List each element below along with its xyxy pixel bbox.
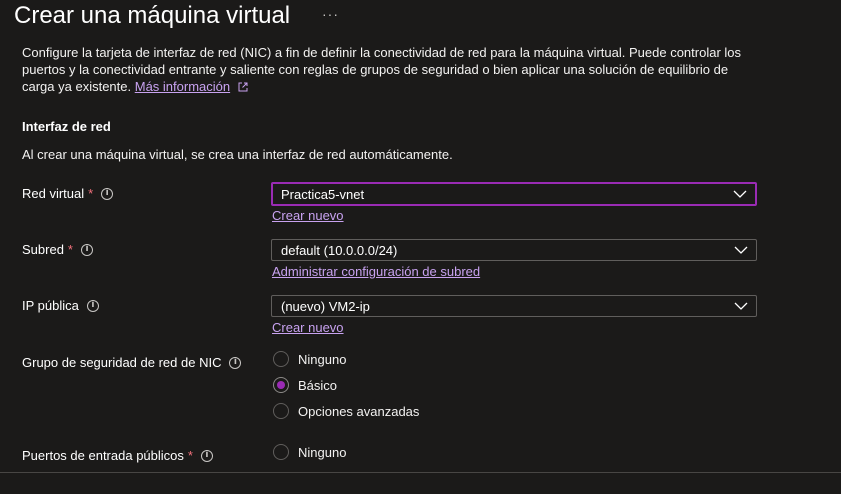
chevron-down-icon: [733, 190, 747, 198]
nsg-option-label: Ninguno: [298, 351, 347, 367]
nsg-option-label: Básico: [298, 377, 338, 393]
section-title: Interfaz de red: [22, 119, 111, 134]
radio-button[interactable]: [273, 403, 289, 419]
inbound-ports-option-label: Ninguno: [298, 444, 347, 460]
info-icon[interactable]: [200, 449, 213, 462]
info-icon[interactable]: [101, 187, 114, 200]
vnet-label-text: Red virtual: [22, 186, 85, 201]
nsg-label: Grupo de seguridad de red de NIC: [22, 355, 242, 370]
vnet-dropdown[interactable]: Practica5-vnet: [271, 182, 757, 206]
nsg-option-advanced[interactable]: Opciones avanzadas: [273, 403, 419, 419]
vnet-label: Red virtual *: [22, 186, 114, 201]
intro-text: Configure la tarjeta de interfaz de red …: [22, 45, 742, 94]
subnet-dropdown[interactable]: default (10.0.0.0/24): [271, 239, 757, 261]
public-ip-selected-value: (nuevo) VM2-ip: [281, 298, 370, 314]
title-bar: Crear una máquina virtual ···: [0, 0, 841, 34]
public-ip-create-new-link[interactable]: Crear nuevo: [272, 320, 344, 335]
manage-subnet-link[interactable]: Administrar configuración de subred: [272, 264, 480, 279]
radio-button[interactable]: [273, 351, 289, 367]
nsg-label-text: Grupo de seguridad de red de NIC: [22, 355, 222, 370]
chevron-down-icon: [734, 246, 748, 254]
public-ip-label-text: IP pública: [22, 298, 79, 313]
info-icon[interactable]: [229, 356, 242, 369]
nsg-option-basic[interactable]: Básico: [273, 377, 337, 393]
radio-button[interactable]: [273, 444, 289, 460]
radio-button-selected[interactable]: [273, 377, 289, 393]
inbound-ports-option-none[interactable]: Ninguno: [273, 444, 346, 460]
more-options-button[interactable]: ···: [322, 6, 339, 22]
info-icon[interactable]: [80, 243, 93, 256]
subnet-label: Subred *: [22, 242, 93, 257]
info-icon[interactable]: [86, 299, 99, 312]
subnet-selected-value: default (10.0.0.0/24): [281, 242, 398, 258]
section-description: Al crear una máquina virtual, se crea un…: [22, 147, 453, 162]
public-ip-label: IP pública: [22, 298, 99, 313]
required-marker: *: [187, 448, 193, 463]
subnet-label-text: Subred: [22, 242, 64, 257]
page-title: Crear una máquina virtual: [14, 2, 291, 29]
chevron-down-icon: [734, 302, 748, 310]
vnet-selected-value: Practica5-vnet: [281, 186, 365, 202]
external-link-icon: [238, 82, 248, 92]
inbound-ports-label: Puertos de entrada públicos *: [22, 448, 213, 463]
learn-more-link[interactable]: Más información: [135, 79, 230, 94]
intro-paragraph: Configure la tarjeta de interfaz de red …: [22, 44, 752, 95]
inbound-ports-label-text: Puertos de entrada públicos: [22, 448, 184, 463]
required-marker: *: [88, 186, 94, 201]
nsg-option-label: Opciones avanzadas: [298, 403, 420, 419]
required-marker: *: [67, 242, 73, 257]
nsg-option-none[interactable]: Ninguno: [273, 351, 346, 367]
public-ip-dropdown[interactable]: (nuevo) VM2-ip: [271, 295, 757, 317]
vnet-create-new-link[interactable]: Crear nuevo: [272, 208, 344, 223]
footer-bar: [0, 473, 841, 494]
